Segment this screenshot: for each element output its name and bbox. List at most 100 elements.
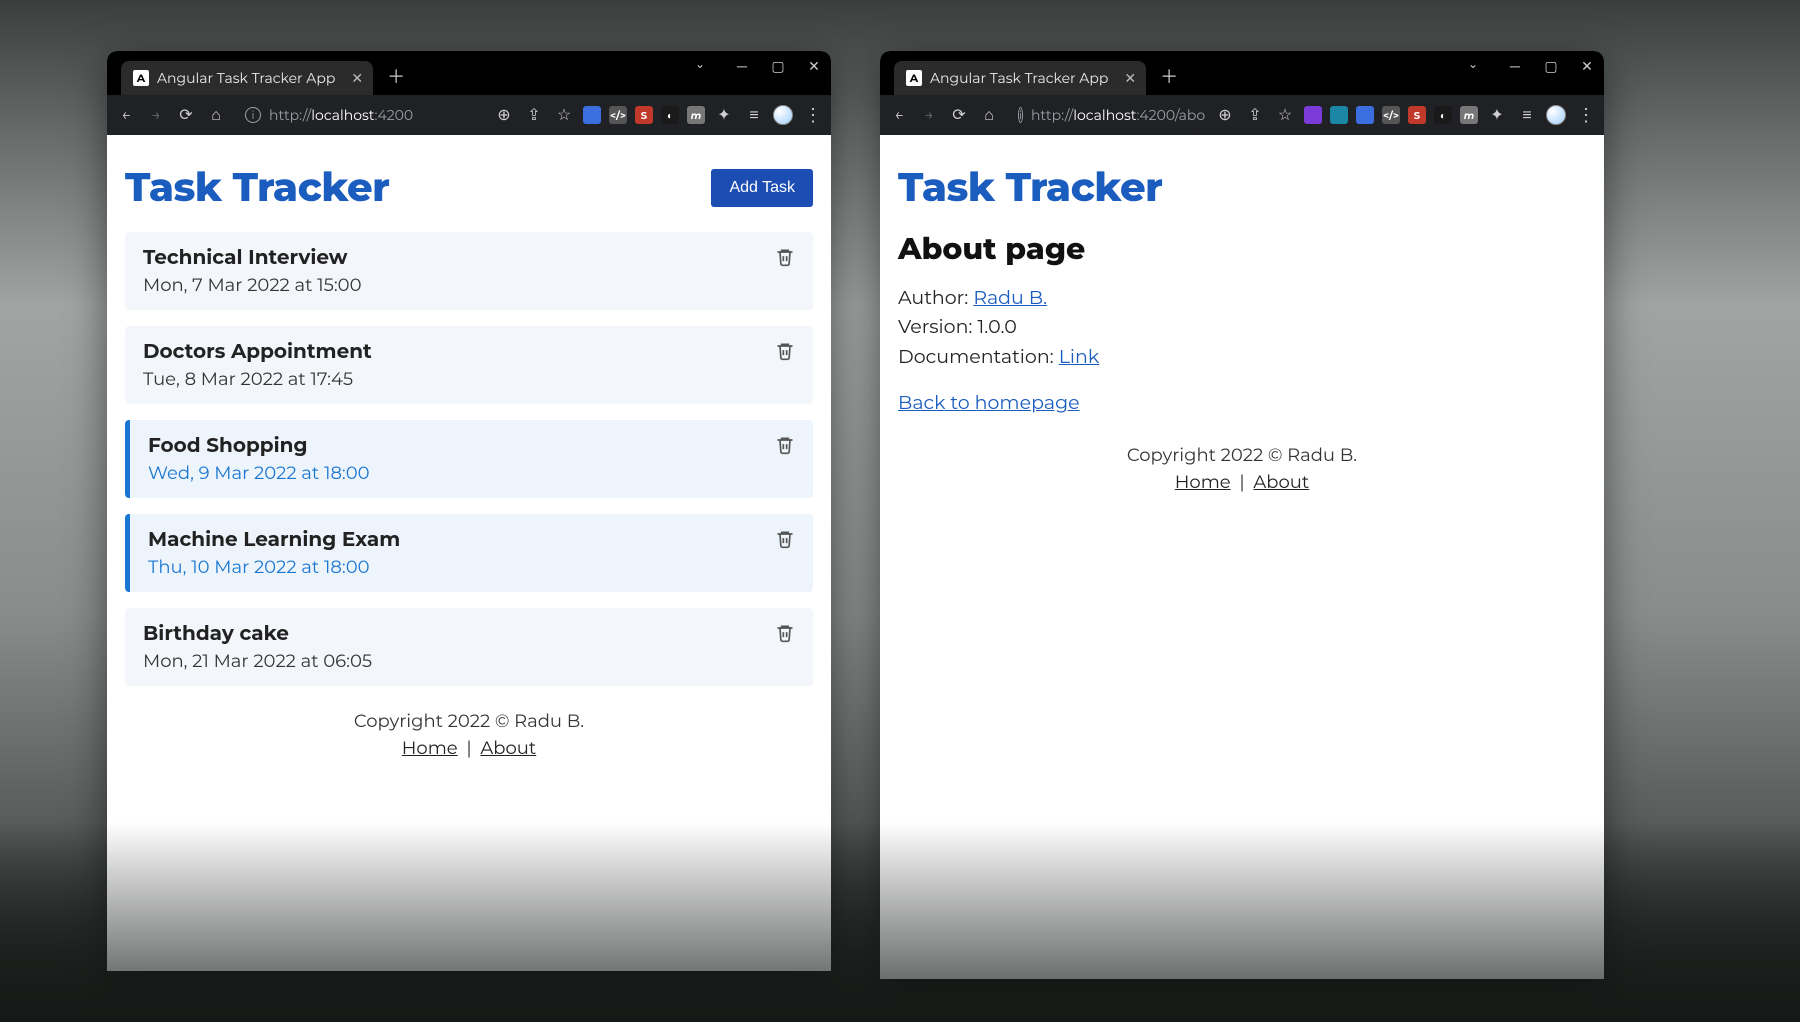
extension-icon[interactable]: </>: [609, 106, 627, 124]
task-title: Doctors Appointment: [143, 340, 795, 364]
task-item[interactable]: Machine Learning Exam Thu, 10 Mar 2022 at…: [125, 514, 813, 592]
close-window-icon[interactable]: ✕: [805, 57, 823, 75]
window-controls: ⌄ ─ ▢ ✕: [691, 57, 823, 75]
extension-icon[interactable]: ◐: [1434, 106, 1452, 124]
task-item[interactable]: Birthday cake Mon, 21 Mar 2022 at 06:05: [125, 608, 813, 686]
zoom-icon[interactable]: ⊕: [1214, 104, 1236, 126]
close-tab-icon[interactable]: ✕: [1124, 69, 1136, 87]
delete-task-icon[interactable]: [775, 340, 795, 367]
address-bar[interactable]: i http://localhost:4200: [235, 100, 485, 130]
footer-sep: |: [1239, 471, 1244, 493]
app-title: Task Tracker: [125, 163, 389, 212]
share-icon[interactable]: ⇪: [523, 104, 545, 126]
extensions-icon[interactable]: ✦: [713, 104, 735, 126]
maximize-icon[interactable]: ▢: [769, 57, 787, 75]
footer-sep: |: [466, 737, 471, 759]
task-date: Mon, 7 Mar 2022 at 15:00: [143, 274, 795, 296]
address-bar[interactable]: i http://localhost:4200/about: [1008, 100, 1206, 130]
task-title: Machine Learning Exam: [148, 528, 795, 552]
toolbar-actions: ⊕ ⇪ ☆ </> S ◐ m ✦ ≡ ⋮: [1214, 104, 1596, 126]
add-task-button[interactable]: Add Task: [711, 169, 813, 207]
copyright-text: Copyright 2022 © Radu B.: [125, 708, 813, 735]
share-icon[interactable]: ⇪: [1244, 104, 1266, 126]
delete-task-icon[interactable]: [775, 622, 795, 649]
reading-list-icon[interactable]: ≡: [1516, 104, 1538, 126]
footer-about-link[interactable]: About: [480, 737, 536, 759]
reload-icon[interactable]: ⟳: [948, 104, 970, 126]
extension-icon[interactable]: S: [635, 106, 653, 124]
browser-tab[interactable]: A Angular Task Tracker App ✕: [121, 61, 373, 95]
forward-icon[interactable]: →: [918, 104, 940, 126]
home-icon[interactable]: ⌂: [978, 104, 1000, 126]
back-icon[interactable]: ←: [888, 104, 910, 126]
task-title: Food Shopping: [148, 434, 795, 458]
about-version-line: Version: 1.0.0: [898, 312, 1586, 341]
task-date: Mon, 21 Mar 2022 at 06:05: [143, 650, 795, 672]
close-window-icon[interactable]: ✕: [1578, 57, 1596, 75]
window-controls: ⌄ ─ ▢ ✕: [1464, 57, 1596, 75]
extension-icon[interactable]: </>: [1382, 106, 1400, 124]
extension-icon[interactable]: [1356, 106, 1374, 124]
url-text: http://localhost:4200: [269, 106, 413, 124]
task-date: Wed, 9 Mar 2022 at 18:00: [148, 462, 795, 484]
profile-avatar[interactable]: [1546, 105, 1566, 125]
browser-toolbar: ← → ⟳ ⌂ i http://localhost:4200 ⊕ ⇪ ☆ </…: [107, 95, 831, 135]
favicon-icon: A: [133, 70, 149, 86]
extension-icon[interactable]: S: [1408, 106, 1426, 124]
forward-icon[interactable]: →: [145, 104, 167, 126]
back-icon[interactable]: ←: [115, 104, 137, 126]
footer-home-link[interactable]: Home: [1175, 471, 1231, 493]
titlebar: A Angular Task Tracker App ✕ ＋ ⌄ ─ ▢ ✕: [107, 51, 831, 95]
bookmark-icon[interactable]: ☆: [1274, 104, 1296, 126]
titlebar: A Angular Task Tracker App ✕ ＋ ⌄ ─ ▢ ✕: [880, 51, 1604, 95]
author-link[interactable]: Radu B.: [973, 286, 1047, 309]
bookmark-icon[interactable]: ☆: [553, 104, 575, 126]
extension-icon[interactable]: m: [1460, 106, 1478, 124]
extension-icon[interactable]: [583, 106, 601, 124]
task-title: Technical Interview: [143, 246, 795, 270]
browser-window-home: A Angular Task Tracker App ✕ ＋ ⌄ ─ ▢ ✕ ←…: [107, 51, 831, 971]
reading-list-icon[interactable]: ≡: [743, 104, 765, 126]
close-tab-icon[interactable]: ✕: [351, 69, 363, 87]
footer-home-link[interactable]: Home: [402, 737, 458, 759]
menu-icon[interactable]: ⋮: [1574, 104, 1596, 126]
about-author-line: Author: Radu B.: [898, 283, 1586, 312]
extensions-icon[interactable]: ✦: [1486, 104, 1508, 126]
home-icon[interactable]: ⌂: [205, 104, 227, 126]
extension-icon[interactable]: m: [687, 106, 705, 124]
zoom-icon[interactable]: ⊕: [493, 104, 515, 126]
task-date: Thu, 10 Mar 2022 at 18:00: [148, 556, 795, 578]
footer-about-link[interactable]: About: [1253, 471, 1309, 493]
tab-title: Angular Task Tracker App: [930, 69, 1108, 87]
tab-search-icon[interactable]: ⌄: [1464, 57, 1482, 75]
extension-icon[interactable]: [1304, 106, 1322, 124]
profile-avatar[interactable]: [773, 105, 793, 125]
docs-link[interactable]: Link: [1059, 345, 1100, 368]
new-tab-button[interactable]: ＋: [1160, 63, 1178, 89]
new-tab-button[interactable]: ＋: [387, 63, 405, 89]
browser-window-about: A Angular Task Tracker App ✕ ＋ ⌄ ─ ▢ ✕ ←…: [880, 51, 1604, 979]
minimize-icon[interactable]: ─: [733, 57, 751, 75]
task-title: Birthday cake: [143, 622, 795, 646]
reload-icon[interactable]: ⟳: [175, 104, 197, 126]
delete-task-icon[interactable]: [775, 528, 795, 555]
favicon-icon: A: [906, 70, 922, 86]
maximize-icon[interactable]: ▢: [1542, 57, 1560, 75]
tab-search-icon[interactable]: ⌄: [691, 57, 709, 75]
menu-icon[interactable]: ⋮: [801, 104, 823, 126]
delete-task-icon[interactable]: [775, 434, 795, 461]
back-home-link[interactable]: Back to homepage: [898, 391, 1080, 414]
url-text: http://localhost:4200/about: [1031, 106, 1206, 124]
delete-task-icon[interactable]: [775, 246, 795, 273]
task-item[interactable]: Doctors AppointmentTue, 8 Mar 2022 at 17…: [125, 326, 813, 404]
minimize-icon[interactable]: ─: [1506, 57, 1524, 75]
browser-tab[interactable]: A Angular Task Tracker App ✕: [894, 61, 1146, 95]
task-item[interactable]: Technical Interview Mon, 7 Mar 2022 at 15…: [125, 232, 813, 310]
site-info-icon[interactable]: i: [245, 107, 261, 123]
page-header: Task Tracker Add Task: [125, 163, 813, 212]
task-item[interactable]: Food Shopping Wed, 9 Mar 2022 at 18:00: [125, 420, 813, 498]
toolbar-actions: ⊕ ⇪ ☆ </> S ◐ m ✦ ≡ ⋮: [493, 104, 823, 126]
site-info-icon[interactable]: i: [1018, 107, 1023, 123]
extension-icon[interactable]: ◐: [661, 106, 679, 124]
extension-icon[interactable]: [1330, 106, 1348, 124]
